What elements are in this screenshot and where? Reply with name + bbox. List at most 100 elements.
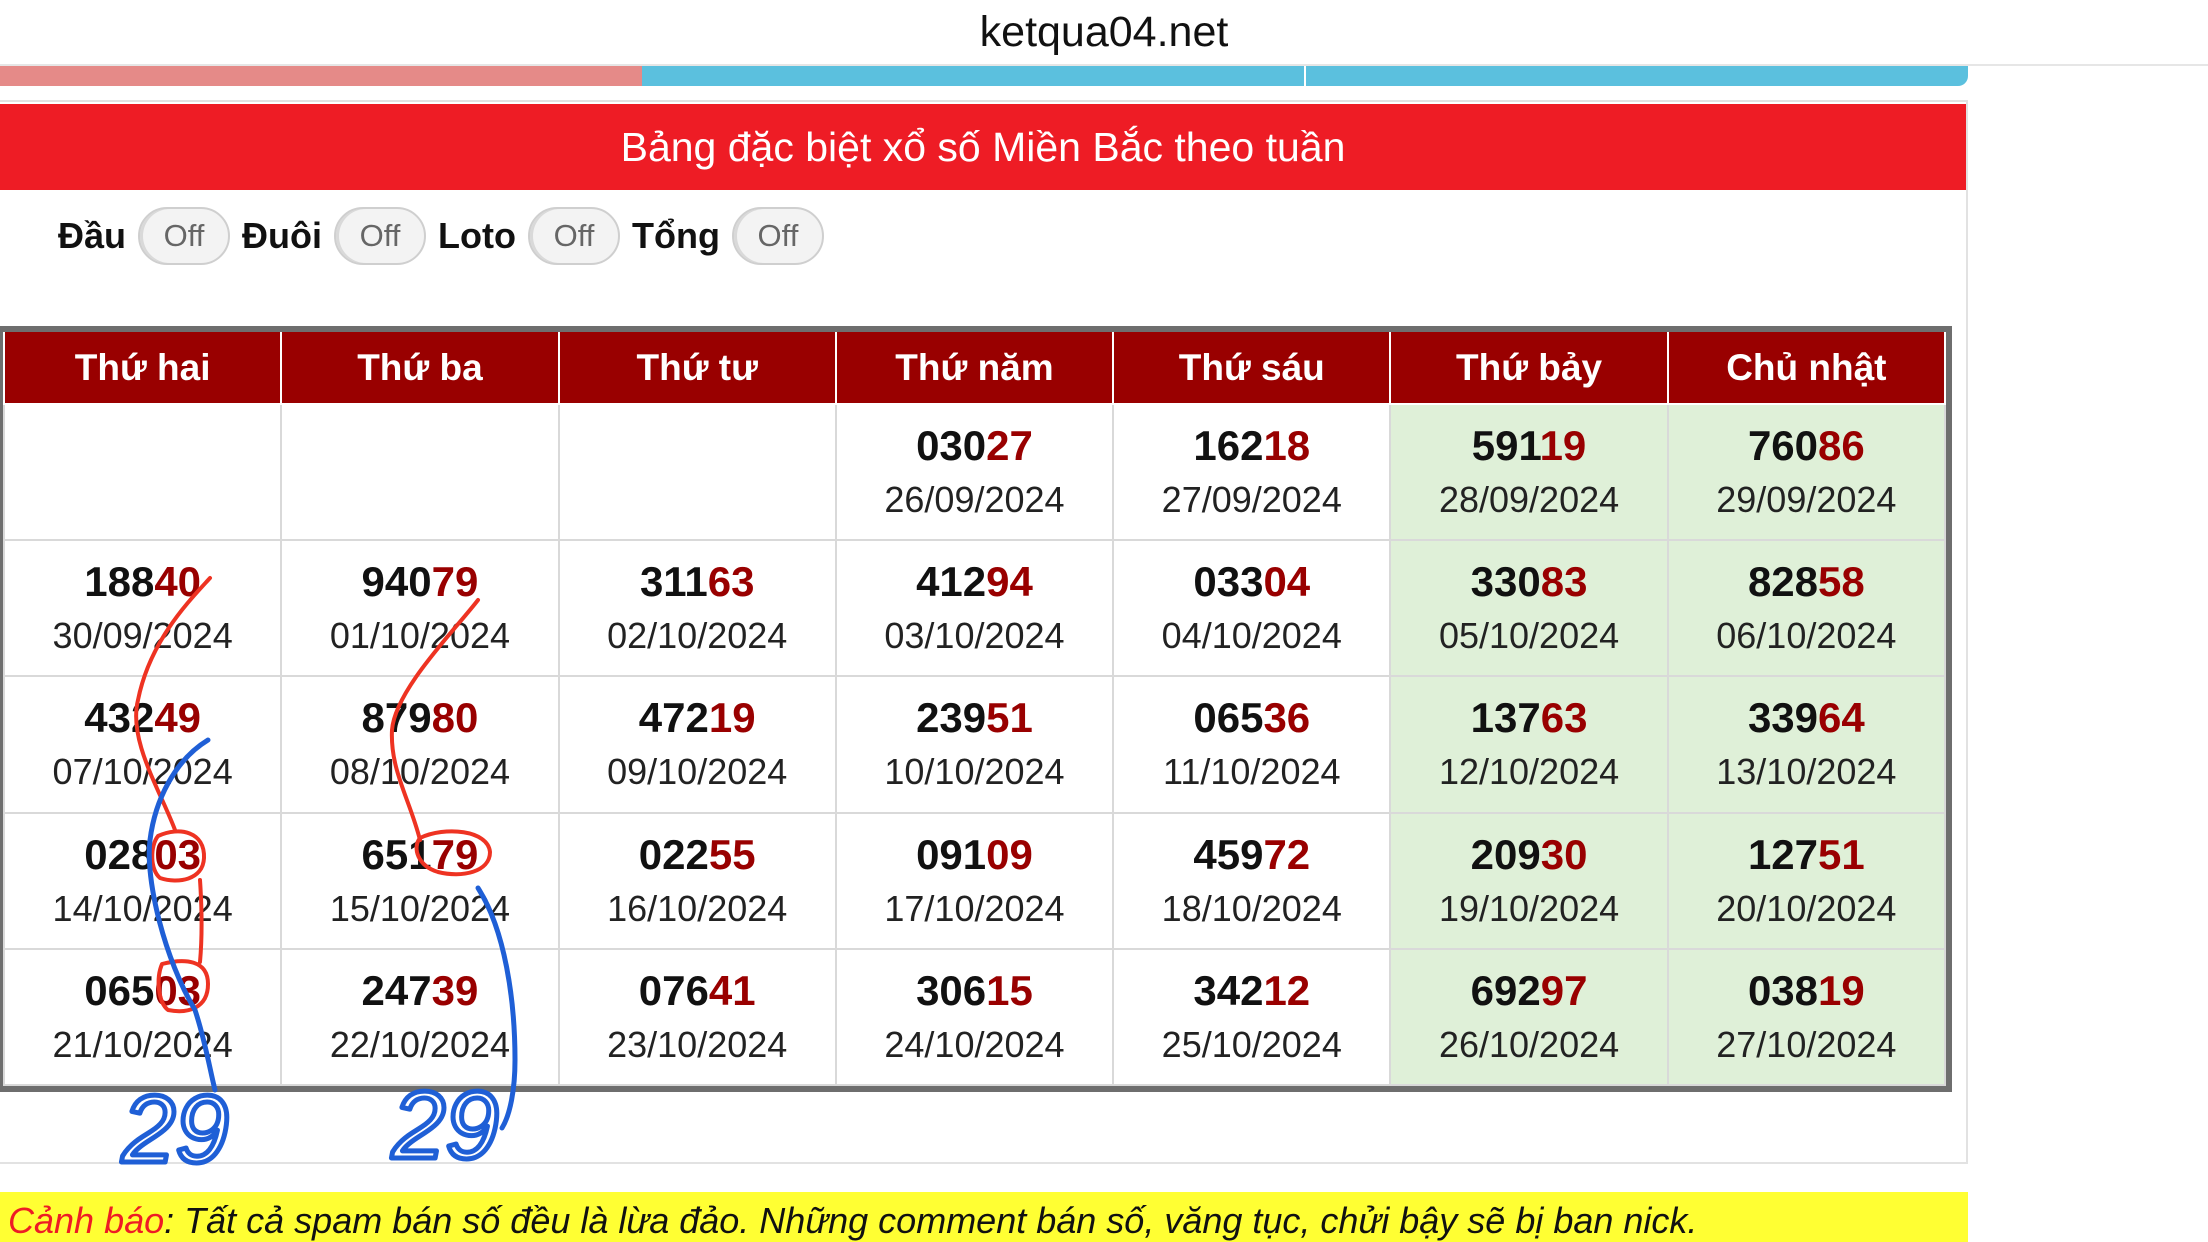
result-cell: 76086 29/09/2024: [1666, 402, 1947, 542]
result-cell: 41294 03/10/2024: [834, 539, 1115, 678]
result-cell: 30615 24/10/2024: [834, 947, 1115, 1087]
result-date: 27/09/2024: [1161, 479, 1342, 521]
result-number-tail: 18: [1263, 422, 1311, 470]
result-number-tail: 58: [1818, 558, 1865, 606]
result-number-tail: 15: [986, 966, 1033, 1014]
result-date: 23/10/2024: [607, 1023, 788, 1065]
result-cell: 65179 15/10/2024: [280, 811, 560, 950]
screen: ketqua04.net Bảng đặc biệt xổ số Miền Bắ…: [0, 0, 2208, 1242]
result-number-tail: 19: [1818, 966, 1865, 1014]
result-date: 14/10/2024: [52, 887, 233, 929]
result-date: 27/10/2024: [1716, 1023, 1897, 1065]
result-date: 16/10/2024: [607, 887, 788, 929]
column-header: Chủ nhật: [1666, 332, 1947, 405]
result-cell: 59119 28/09/2024: [1389, 402, 1669, 542]
result-date: 03/10/2024: [884, 615, 1065, 657]
column-header: Thứ bảy: [1389, 332, 1669, 405]
nav-tab-strip: [0, 66, 1968, 86]
result-number: 03304: [1114, 554, 1389, 610]
result-number-head: 239: [916, 694, 987, 742]
result-number: 45972: [1114, 827, 1389, 883]
result-date: 28/09/2024: [1438, 479, 1620, 521]
result-cell: 87980 08/10/2024: [280, 675, 560, 814]
result-date: 30/09/2024: [52, 615, 233, 657]
result-number-head: 076: [638, 966, 709, 1014]
result-number-tail: 41: [708, 966, 756, 1014]
result-number-tail: 49: [154, 694, 202, 742]
result-number-head: 459: [1193, 830, 1264, 878]
toggle-label-dau: Đầu: [58, 215, 127, 256]
result-number: 94079: [282, 554, 557, 610]
result-date: 24/10/2024: [884, 1023, 1065, 1065]
result-number: 65179: [282, 827, 557, 883]
result-number-tail: 97: [1540, 966, 1588, 1014]
result-number-tail: 63: [707, 558, 755, 606]
result-cell: 43249 07/10/2024: [2, 675, 283, 814]
result-number-tail: 30: [1540, 830, 1588, 878]
result-number-head: 432: [84, 694, 155, 742]
nav-tab-3[interactable]: [1306, 66, 1968, 86]
result-cell: 13763 12/10/2024: [1389, 675, 1669, 814]
result-number-head: 065: [1193, 694, 1264, 742]
result-number: 03027: [837, 418, 1112, 474]
table-row: 02803 14/10/2024 65179 15/10/2024 02255 16/10…: [2, 811, 1947, 950]
result-cell: 82858 06/10/2024: [1666, 539, 1947, 678]
toggle-switch-dau[interactable]: Off: [138, 207, 231, 265]
result-cell: 02803 14/10/2024: [2, 811, 283, 950]
toggle-switch-loto[interactable]: Off: [527, 207, 620, 265]
nav-tab-1[interactable]: [0, 66, 642, 86]
result-date: 20/10/2024: [1716, 887, 1897, 929]
result-cell: 94079 01/10/2024: [280, 539, 560, 678]
result-date: 12/10/2024: [1438, 751, 1620, 793]
result-cell: 47219 09/10/2024: [557, 675, 837, 814]
result-number-head: 028: [84, 830, 155, 878]
result-number: 43249: [5, 690, 280, 746]
result-number-head: 030: [916, 422, 987, 470]
result-cell: 03027 26/09/2024: [834, 402, 1115, 542]
result-number: 47219: [560, 690, 835, 746]
column-header: Thứ năm: [834, 332, 1115, 405]
toggle-switch-duoi[interactable]: Off: [334, 207, 426, 265]
toggle-switch-tong[interactable]: Off: [731, 207, 824, 265]
result-number: 76086: [1669, 418, 1944, 474]
result-date: 11/10/2024: [1163, 751, 1341, 793]
result-number-tail: 03: [154, 830, 202, 878]
toggle-bar: Đầu Off Đuôi Off Loto Off Tổng Off: [58, 205, 836, 267]
result-number: 82858: [1669, 554, 1944, 610]
result-cell: 33083 05/10/2024: [1389, 539, 1669, 678]
result-number-tail: 09: [986, 830, 1033, 878]
address-bar[interactable]: ketqua04.net: [0, 0, 2208, 64]
result-number: 31163: [560, 554, 835, 610]
result-date: 19/10/2024: [1438, 887, 1620, 929]
result-date: 18/10/2024: [1161, 887, 1342, 929]
result-number-head: 760: [1747, 422, 1819, 470]
result-number-tail: 79: [431, 558, 479, 606]
result-number: 30615: [837, 963, 1112, 1019]
result-number: 12751: [1669, 827, 1944, 883]
result-cell: [557, 402, 837, 542]
column-header: Thứ ba: [280, 332, 560, 405]
result-date: 07/10/2024: [52, 751, 233, 793]
result-number-tail: 27: [986, 422, 1033, 470]
nav-tab-2[interactable]: [642, 66, 1304, 86]
result-number-tail: 79: [431, 830, 479, 878]
warning-text: : Tất cả spam bán số đều là lừa đảo. Nhữ…: [164, 1200, 1698, 1241]
toggle-label-tong: Tổng: [631, 215, 720, 256]
result-date: 22/10/2024: [329, 1023, 511, 1065]
result-number-head: 038: [1747, 966, 1819, 1014]
result-number-head: 412: [916, 558, 987, 606]
result-number-head: 209: [1470, 830, 1541, 878]
result-number: 13763: [1391, 690, 1666, 746]
result-number-tail: 03: [154, 966, 202, 1014]
table-header-row: Thứ hai Thứ ba Thứ tư Thứ năm Thứ sáu Th…: [2, 332, 1947, 405]
result-date: 04/10/2024: [1161, 615, 1342, 657]
result-number: 06536: [1114, 690, 1389, 746]
table-row: 18840 30/09/2024 94079 01/10/2024 31163 02/10…: [2, 539, 1947, 678]
result-number-tail: 04: [1263, 558, 1311, 606]
result-date: 17/10/2024: [884, 887, 1065, 929]
result-number-tail: 19: [708, 694, 756, 742]
result-number: 23951: [837, 690, 1112, 746]
result-number-head: 127: [1747, 830, 1819, 878]
result-date: 13/10/2024: [1716, 751, 1897, 793]
result-number-tail: 55: [708, 830, 756, 878]
